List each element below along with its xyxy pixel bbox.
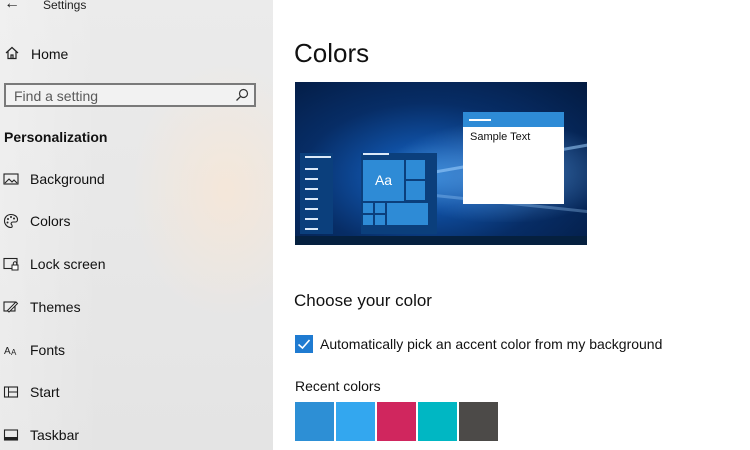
svg-text:A: A [11, 348, 17, 357]
preview-taskbar [295, 236, 587, 245]
lock-screen-icon [3, 257, 19, 271]
preview-tile [387, 203, 428, 225]
app-title: Settings [43, 0, 87, 12]
preview-menu-line [363, 153, 389, 155]
preview-menu-line [305, 178, 318, 180]
sidebar-item-colors[interactable]: Colors [0, 208, 273, 234]
sidebar-item-label: Colors [30, 213, 71, 229]
preview-menu-line [305, 168, 318, 170]
sidebar-item-background[interactable]: Background [0, 166, 273, 192]
color-swatch[interactable] [418, 402, 457, 441]
search-icon[interactable] [235, 88, 249, 102]
color-swatch[interactable] [459, 402, 498, 441]
sidebar-item-themes[interactable]: Themes [0, 294, 273, 320]
preview-tiles: Aa [361, 153, 437, 234]
sidebar-item-label: Lock screen [30, 256, 106, 272]
settings-sidebar: ← Settings Home Personalization Backgrou… [0, 0, 273, 450]
preview-menu-line [305, 156, 331, 158]
preview-tile-large: Aa [363, 160, 404, 201]
preview-start-menu [300, 153, 333, 234]
sidebar-item-label: Fonts [30, 342, 66, 358]
sidebar-item-label: Background [30, 171, 105, 187]
section-title-personalization: Personalization [4, 129, 108, 145]
preview-tile [406, 160, 425, 179]
preview-menu-line [305, 228, 318, 230]
sidebar-item-taskbar[interactable]: Taskbar [0, 422, 273, 448]
auto-accent-checkbox[interactable] [295, 335, 313, 353]
color-swatch[interactable] [377, 402, 416, 441]
home-icon [5, 46, 19, 60]
preview-tile [363, 215, 373, 225]
sidebar-item-label: Themes [30, 299, 81, 315]
preview-menu-line [305, 188, 318, 190]
preview-menu-line [305, 198, 318, 200]
color-swatch[interactable] [295, 402, 334, 441]
preview-window: Sample Text [463, 112, 564, 204]
recent-colors-label: Recent colors [295, 378, 381, 394]
checkmark-icon [297, 339, 311, 350]
sidebar-item-lock-screen[interactable]: Lock screen [0, 251, 273, 277]
preview-menu-line [305, 218, 318, 220]
fonts-icon: A A [4, 346, 17, 357]
taskbar-icon [3, 429, 19, 441]
preview-tile [406, 181, 425, 200]
preview-window-titlebar [463, 112, 564, 127]
sidebar-item-label: Taskbar [30, 427, 80, 443]
svg-text:A: A [4, 346, 11, 357]
preview-tile [375, 215, 385, 225]
sidebar-item-label: Start [30, 384, 60, 400]
preview-tile [363, 203, 373, 213]
sidebar-item-home[interactable]: Home [0, 42, 273, 66]
search-box [4, 83, 256, 107]
sidebar-item-label: Home [31, 46, 69, 62]
back-arrow-icon[interactable]: ← [4, 0, 20, 13]
sidebar-item-start[interactable]: Start [0, 379, 273, 405]
search-input[interactable] [12, 85, 226, 107]
preview-tile [375, 203, 385, 213]
start-icon [3, 386, 19, 398]
palette-icon [3, 213, 19, 229]
theme-preview: Aa Sample Text [295, 82, 587, 245]
sidebar-item-fonts[interactable]: A A Fonts [0, 337, 273, 363]
themes-icon [3, 301, 19, 313]
auto-accent-label[interactable]: Automatically pick an accent color from … [320, 336, 662, 352]
picture-icon [3, 173, 19, 185]
page-title: Colors [294, 38, 370, 68]
color-swatch[interactable] [336, 402, 375, 441]
preview-menu-line [305, 208, 318, 210]
choose-color-heading: Choose your color [294, 291, 432, 310]
preview-sample-text: Sample Text [470, 131, 531, 143]
colors-page: Colors Aa Sample Text Choose your color … [273, 0, 750, 450]
